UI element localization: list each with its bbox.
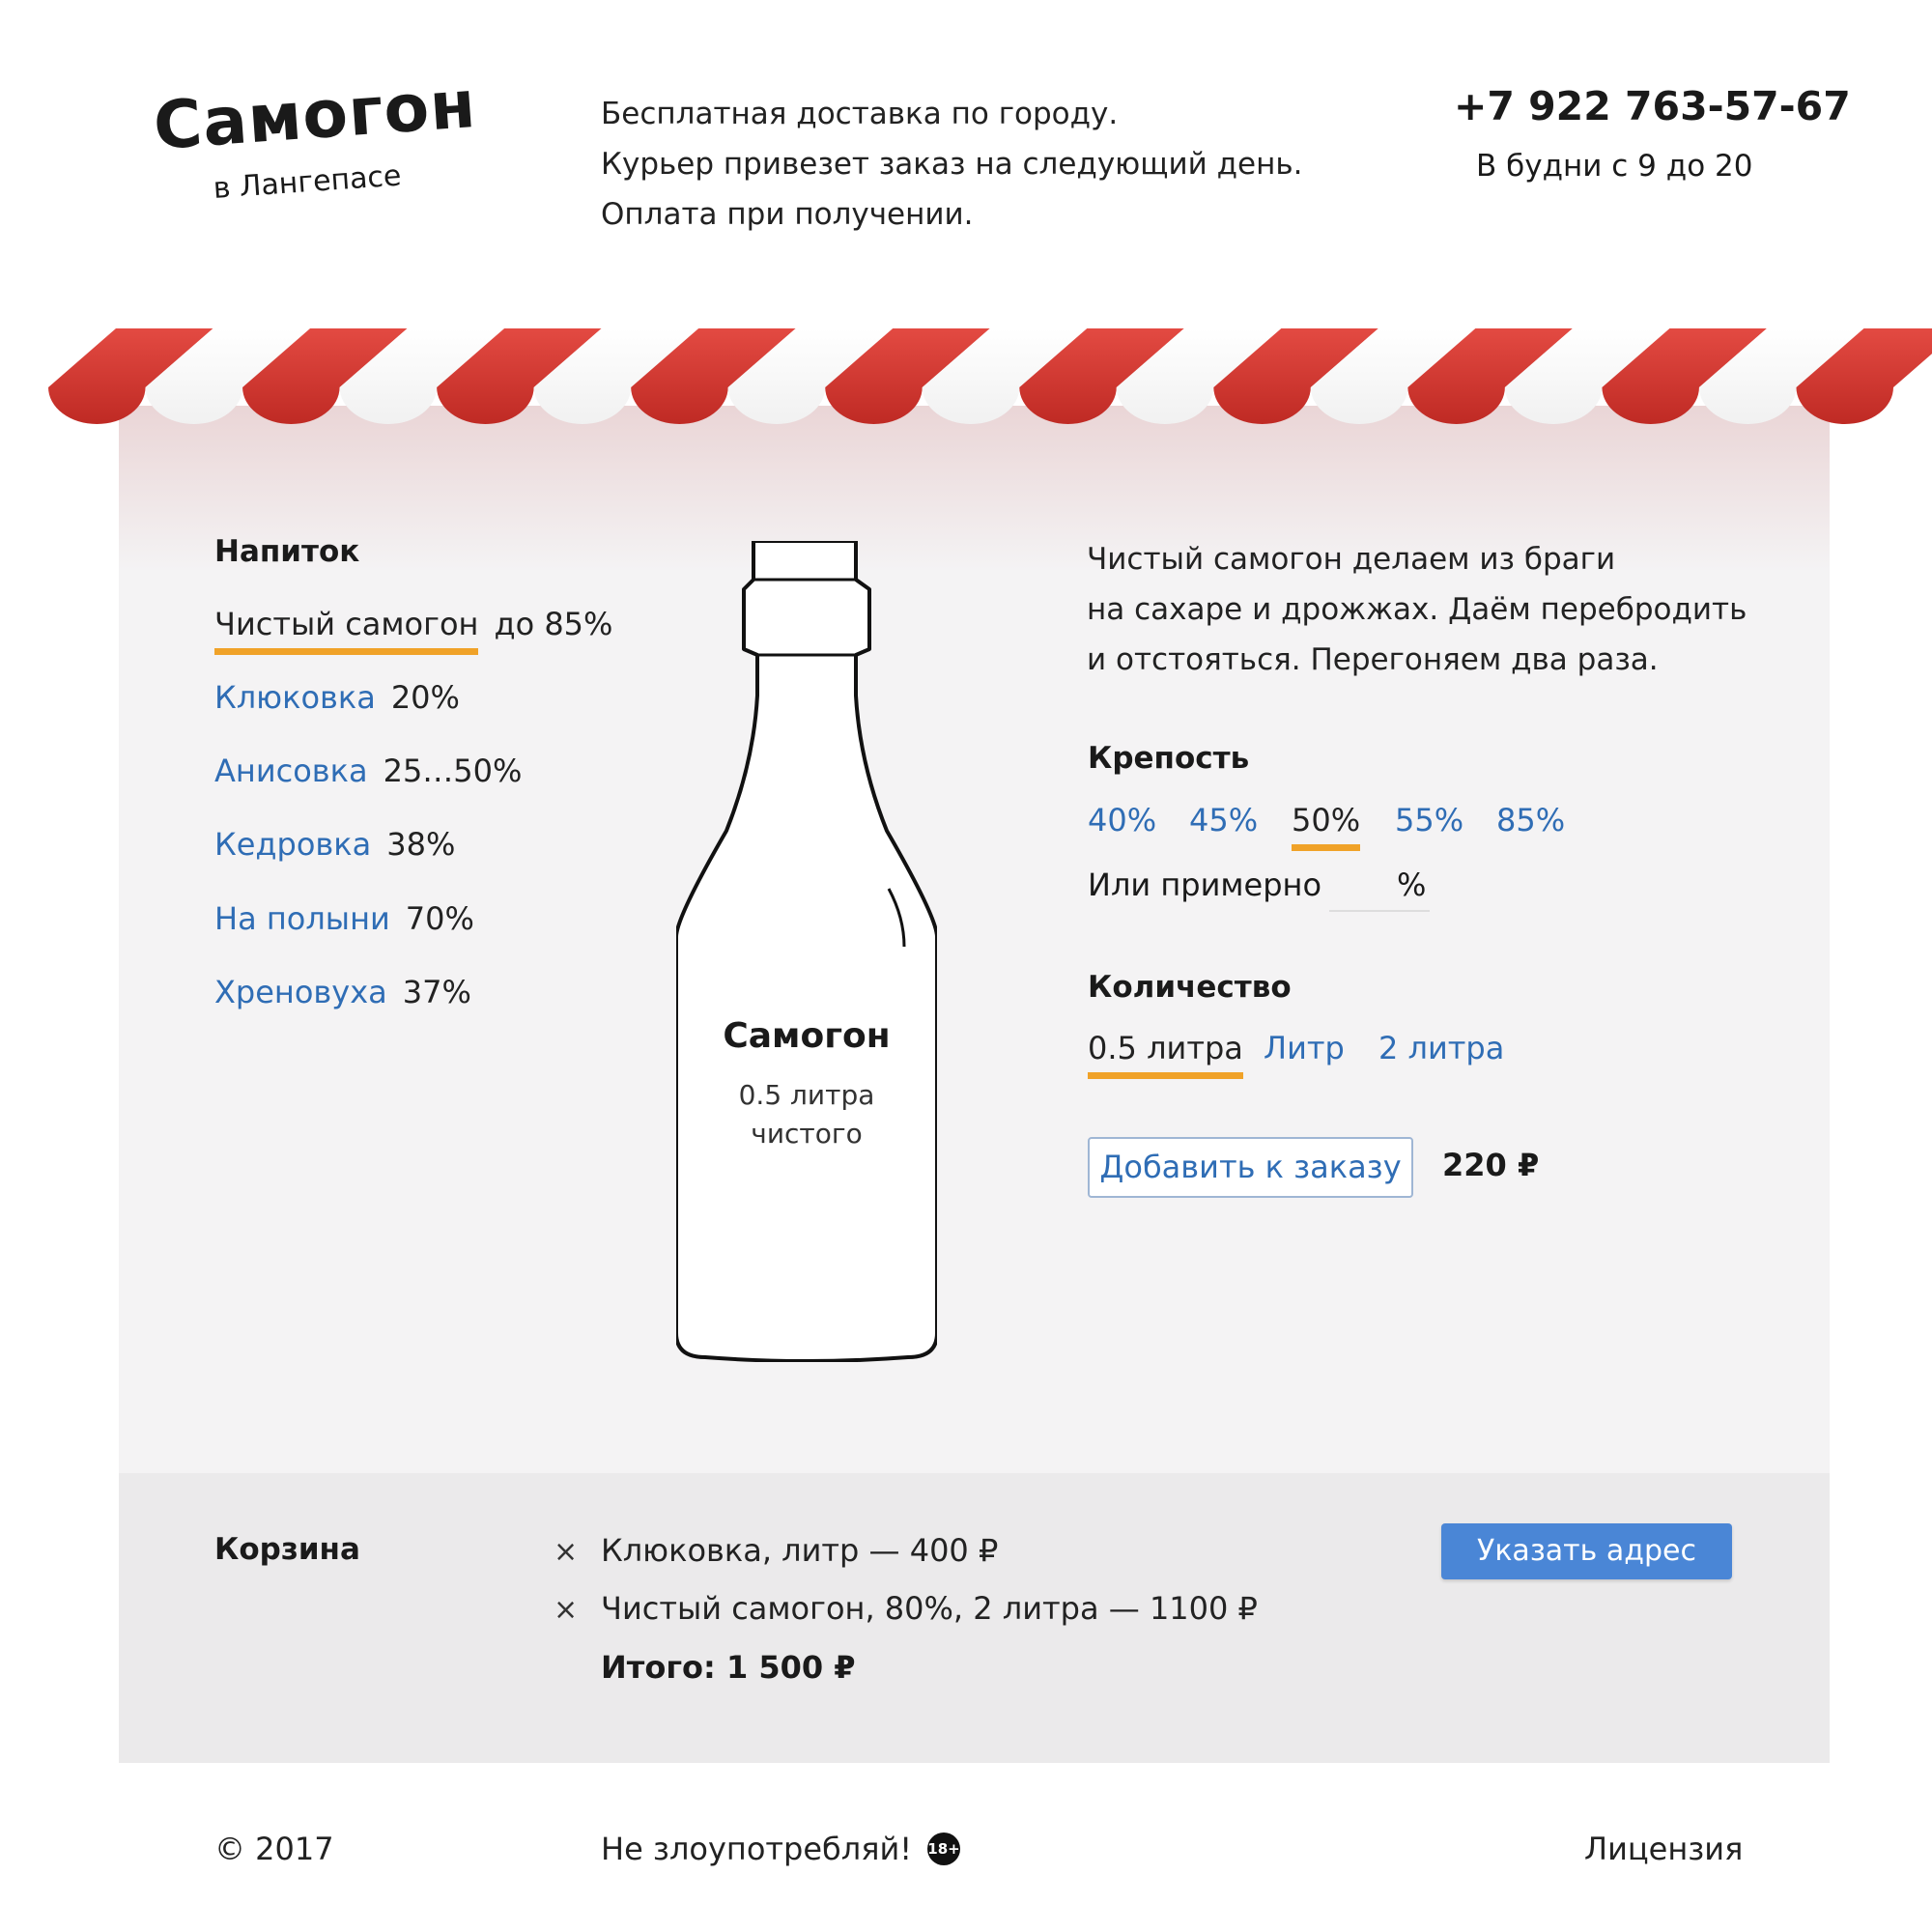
drink-item-anise[interactable]: Анисовка 25…50% [214, 753, 522, 789]
drink-name[interactable]: Хреновуха [214, 974, 387, 1010]
cart-item: Клюковка, литр — 400 ₽ [601, 1532, 999, 1569]
strength-option-55[interactable]: 55% [1395, 802, 1463, 838]
drink-name[interactable]: Клюковка [214, 679, 376, 716]
drink-name[interactable]: Чистый самогон [214, 606, 479, 655]
quantity-option-two[interactable]: 2 литра [1378, 1030, 1504, 1066]
bottle-label-subtitle: 0.5 литра чистого [676, 1076, 937, 1153]
copyright: © 2017 [214, 1831, 334, 1867]
license-link[interactable]: Лицензия [1584, 1831, 1743, 1867]
working-hours: В будни с 9 до 20 [1476, 149, 1753, 184]
strength-option-45[interactable]: 45% [1189, 802, 1258, 838]
logo-title[interactable]: Самогон [151, 67, 478, 165]
strength-option-40[interactable]: 40% [1088, 802, 1156, 838]
delivery-line: Бесплатная доставка по городу. [601, 97, 1119, 131]
cart-total: Итого: 1 500 ₽ [601, 1649, 856, 1686]
drink-strength: 25…50% [383, 753, 523, 789]
delivery-line: Оплата при получении. [601, 197, 974, 232]
bottle-label-title: Самогон [723, 1016, 891, 1056]
product-price: 220 ₽ [1442, 1147, 1540, 1183]
description-line: Чистый самогон делаем из браги [1087, 542, 1616, 577]
product-description: Чистый самогон делаем из браги на сахаре… [1087, 534, 1747, 685]
drink-item-wormwood[interactable]: На полыни 70% [214, 900, 474, 937]
strength-title: Крепость [1088, 741, 1250, 776]
drink-name[interactable]: Анисовка [214, 753, 368, 789]
strength-option-85[interactable]: 85% [1496, 802, 1565, 838]
drink-item-pure[interactable]: Чистый самогон до 85% [214, 606, 613, 655]
add-to-order-button[interactable]: Добавить к заказу [1088, 1137, 1413, 1198]
drinks-title: Напиток [214, 534, 360, 569]
phone-number[interactable]: +7 922 763-57-67 [1454, 83, 1851, 129]
approx-strength-unit: % [1397, 867, 1427, 903]
description-line: и отстояться. Перегоняем два раза. [1087, 642, 1659, 677]
quantity-option-half[interactable]: 0.5 литра [1088, 1030, 1243, 1079]
drink-strength: 70% [405, 900, 474, 937]
bottle-illustration [676, 541, 937, 1362]
bottle-label-line: чистого [751, 1118, 863, 1150]
quantity-title: Количество [1088, 970, 1292, 1005]
remove-item-icon[interactable]: × [554, 1535, 578, 1569]
drink-item-cedar[interactable]: Кедровка 38% [214, 826, 455, 863]
responsibility-warning: Не злоупотребляй! [601, 1831, 913, 1867]
description-line: на сахаре и дрожжах. Даём перебродить [1087, 592, 1747, 627]
quantity-option-liter[interactable]: Литр [1264, 1030, 1345, 1066]
drink-strength: 38% [386, 826, 456, 863]
drink-item-horseradish[interactable]: Хреновуха 37% [214, 974, 471, 1010]
drink-strength: 20% [390, 679, 460, 716]
remove-item-icon[interactable]: × [554, 1593, 578, 1627]
drink-strength: до 85% [494, 606, 613, 642]
delivery-info: Бесплатная доставка по городу. Курьер пр… [601, 89, 1303, 240]
awning-decoration [48, 328, 1932, 424]
cart-title: Корзина [214, 1532, 360, 1567]
age-restriction-badge: 18+ [927, 1833, 960, 1865]
specify-address-button[interactable]: Указать адрес [1441, 1523, 1732, 1579]
drink-strength: 37% [402, 974, 471, 1010]
logo-subtitle: в Лангепасе [212, 158, 403, 206]
approx-strength-label: Или примерно [1088, 867, 1322, 903]
cart-item: Чистый самогон, 80%, 2 литра — 1100 ₽ [601, 1590, 1258, 1627]
drink-name[interactable]: На полыни [214, 900, 390, 937]
strength-option-50[interactable]: 50% [1292, 802, 1361, 851]
bottle-label-line: 0.5 литра [738, 1079, 875, 1111]
drink-name[interactable]: Кедровка [214, 826, 371, 863]
delivery-line: Курьер привезет заказ на следующий день. [601, 147, 1303, 182]
drink-item-cranberry[interactable]: Клюковка 20% [214, 679, 460, 716]
